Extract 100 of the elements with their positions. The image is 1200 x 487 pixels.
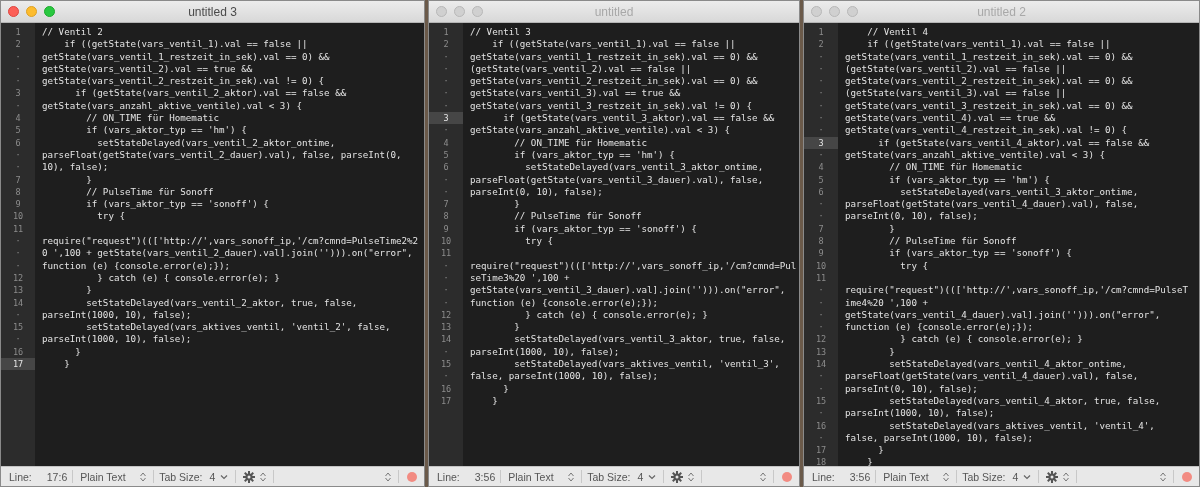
tab-size-label: Tab Size:: [962, 470, 1006, 483]
syntax-dropdown[interactable]: Plain Text: [506, 470, 577, 483]
code-line: getState(vars_anzahl_aktive_ventile).val < 3) {: [470, 124, 730, 136]
code-line: getState(vars_ventil_1_restzeit_in_sek).val == 0) &&: [845, 50, 1133, 62]
code-line: getState(vars_ventil_2_restzeit_in_sek).val == 0) &&: [845, 75, 1133, 87]
settings-button[interactable]: [669, 470, 697, 483]
code-line: setStateDelayed(vars_ventil_4_aktor, true, false,: [888, 394, 1161, 406]
line-number: ·: [817, 210, 825, 223]
code-line: 10), false);: [42, 161, 109, 173]
code-line: } catch (e) { console.error(e); }: [899, 333, 1083, 345]
line-number: 17: [1, 358, 35, 371]
code-line: // PulseTime für Sonoff: [513, 210, 642, 222]
line-number: ·: [14, 75, 22, 88]
record-button[interactable]: [1182, 471, 1192, 482]
syntax-dropdown[interactable]: Plain Text: [881, 470, 952, 483]
updown-icon: [1063, 471, 1070, 482]
minimize-button[interactable]: [26, 6, 37, 17]
line-number: 8: [817, 235, 825, 248]
line-number: 7: [14, 173, 22, 186]
code-line: parseInt(0, 10), false);: [845, 210, 978, 222]
line-number: 14: [814, 358, 828, 371]
line-number: ·: [442, 284, 450, 297]
tab-size-dropdown[interactable]: 4: [207, 470, 231, 483]
code-line: getState(vars_ventil_2_restzeit_in_sek).val == 0) &&: [470, 75, 758, 87]
code-line: require("request")((['http://',vars_sonoff_ip,'/cm?cmnd=PulseT: [845, 284, 1188, 296]
tab-size-dropdown[interactable]: 4: [635, 470, 659, 483]
tab-size-label: Tab Size:: [159, 470, 203, 483]
code-line: if (vars_aktor_typ == 'sonoff') {: [513, 222, 697, 234]
syntax-dropdown[interactable]: Plain Text: [78, 470, 149, 483]
line-number: 1: [442, 26, 450, 39]
updown-icon: [688, 471, 695, 482]
code-line: if (vars_aktor_typ == 'hm') {: [888, 173, 1050, 185]
record-button[interactable]: [407, 471, 417, 482]
code-line: // ON_TIME für Homematic: [85, 112, 219, 124]
line-number: ·: [817, 321, 825, 334]
line-number: 11: [814, 271, 828, 285]
code-line: require("request")((['http://',vars_sonoff_ip,'/cm?cmnd=PulseTime2%2: [42, 235, 419, 247]
code-line: parseFloat(getState(vars_ventil_4_dauer).val), false,: [845, 370, 1139, 382]
code-line: }: [491, 394, 498, 406]
line-number: ·: [817, 148, 825, 162]
code-line: setStateDelayed(vars_ventil_3_aktor_ontime,: [899, 185, 1139, 197]
settings-button[interactable]: [241, 470, 269, 483]
updown-icon: [943, 471, 950, 482]
code-line: }: [85, 173, 92, 185]
record-button[interactable]: [782, 471, 792, 482]
cursor-position: 3:56: [849, 470, 871, 483]
minimize-button[interactable]: [829, 6, 840, 17]
code-line: try {: [524, 235, 553, 247]
line-number: 8: [442, 210, 450, 223]
line-number: 4: [817, 161, 825, 174]
symbol-dropdown[interactable]: [758, 471, 768, 482]
code-line: setStateDelayed(vars_aktives_ventil, 'ventil_2', false,: [85, 321, 391, 333]
zoom-button[interactable]: [44, 6, 55, 17]
code-line: // PulseTime für Sonoff: [85, 185, 214, 197]
updown-icon: [385, 471, 391, 482]
code-line: setStateDelayed(vars_aktives_ventil, 'ventil_4',: [888, 419, 1155, 431]
line-number: ·: [817, 431, 825, 445]
line-number: 5: [817, 173, 825, 186]
line-number: 4: [442, 136, 450, 149]
code-line: seTime3%20 ',100 +: [470, 271, 570, 283]
code-line: parseInt(1000, 10), false);: [42, 308, 192, 320]
line-number: 12: [814, 333, 828, 346]
code-line: getState(vars_ventil_3_restzeit_in_sek).val != 0) {: [470, 99, 753, 111]
code-line: ime4%20 ',100 +: [845, 296, 928, 308]
line-number: 6: [442, 161, 450, 174]
code-line: setStateDelayed(vars_aktives_ventil, 'ventil_3',: [513, 358, 780, 369]
minimize-button[interactable]: [454, 6, 465, 17]
symbol-dropdown[interactable]: [1158, 471, 1168, 482]
code-line: }: [85, 284, 92, 296]
zoom-button[interactable]: [472, 6, 483, 17]
code-line: if (getState(vars_ventil_2_aktor).val == false &&: [74, 87, 347, 99]
tab-size-dropdown[interactable]: 4: [1010, 470, 1034, 483]
settings-button[interactable]: [1044, 470, 1072, 483]
line-number: 10: [11, 210, 25, 223]
close-button[interactable]: [8, 6, 19, 17]
line-number: ·: [817, 124, 825, 137]
line-label: Line:: [812, 470, 835, 483]
code-line: }: [866, 456, 873, 466]
line-number: 18: [814, 456, 828, 466]
symbol-dropdown[interactable]: [383, 471, 393, 482]
line-number: 13: [11, 284, 25, 297]
code-line: if (getState(vars_ventil_4_aktor).val == false &&: [877, 136, 1150, 148]
line-number: 17: [814, 444, 828, 457]
line-number: ·: [442, 173, 450, 186]
code-line: }: [877, 444, 884, 456]
line-number: 10: [439, 235, 453, 248]
line-number: ·: [442, 99, 450, 113]
chevron-icon: [220, 473, 229, 480]
code-line: parseFloat(getState(vars_ventil_4_dauer).val), false,: [845, 198, 1139, 210]
code-line: setStateDelayed(vars_ventil_2_aktor, true, false,: [85, 296, 358, 308]
code-line: 0 ',100 + getState(vars_ventil_2_dauer).val].join(''))).on("error",: [42, 247, 413, 259]
close-button[interactable]: [811, 6, 822, 17]
code-line: if (getState(vars_ventil_3_aktor).val == false &&: [502, 112, 775, 124]
code-line: }: [888, 345, 895, 357]
code-line: parseInt(1000, 10), false);: [845, 407, 995, 419]
code-line: getState(vars_ventil_4_dauer).val].join(''))).on("error",: [845, 308, 1161, 320]
zoom-button[interactable]: [847, 6, 858, 17]
line-number: 9: [817, 247, 825, 260]
close-button[interactable]: [436, 6, 447, 17]
updown-icon: [760, 471, 766, 482]
